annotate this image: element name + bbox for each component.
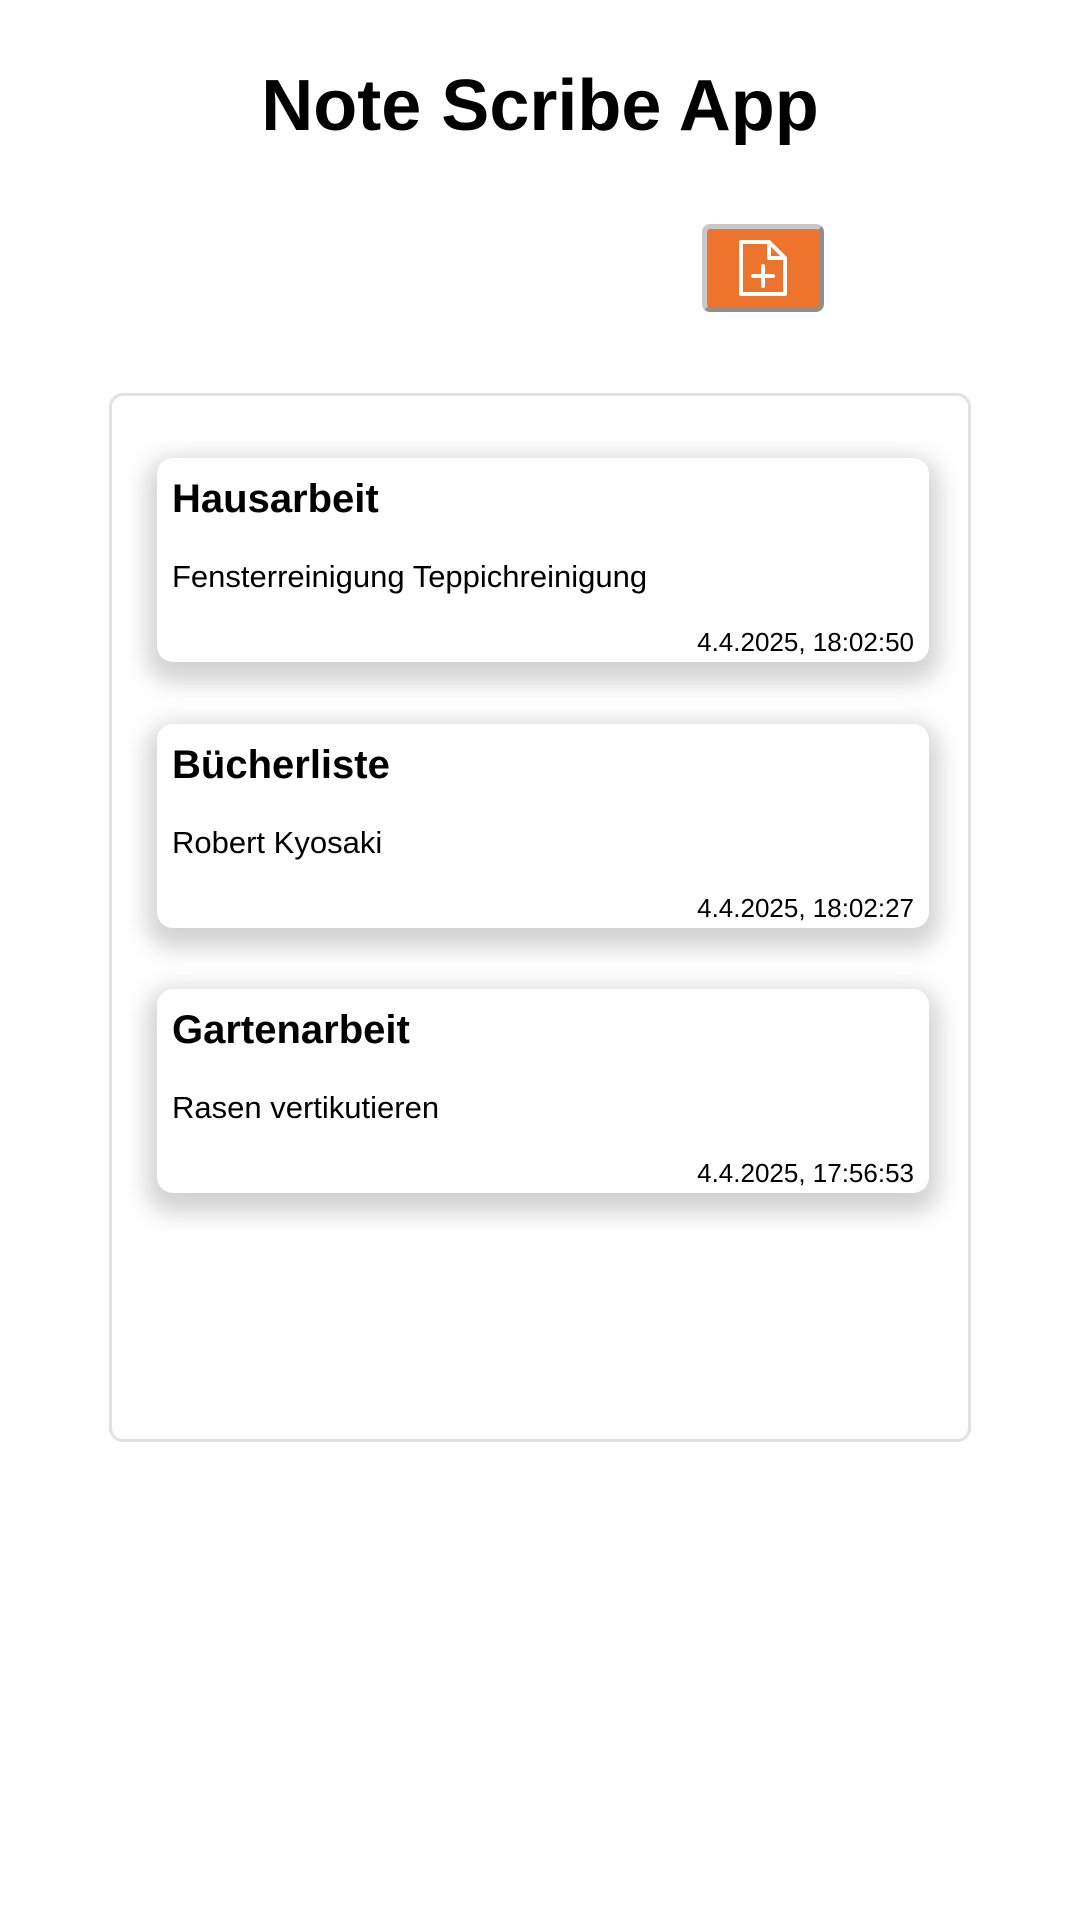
note-timestamp: 4.4.2025, 18:02:27 (697, 893, 914, 923)
note-body: Rasen vertikutieren (172, 1090, 440, 1125)
file-plus-icon (737, 238, 789, 298)
note-card[interactable]: Bücherliste Robert Kyosaki 4.4.2025, 18:… (157, 724, 929, 928)
note-title: Bücherliste (172, 743, 390, 787)
note-body: Robert Kyosaki (172, 825, 383, 860)
note-timestamp: 4.4.2025, 17:56:53 (697, 1158, 914, 1188)
note-title: Hausarbeit (172, 477, 379, 521)
notes-list: Hausarbeit Fensterreinigung Teppichreini… (109, 393, 971, 1442)
note-card[interactable]: Gartenarbeit Rasen vertikutieren 4.4.202… (157, 989, 929, 1193)
note-timestamp: 4.4.2025, 18:02:50 (697, 627, 914, 657)
note-title: Gartenarbeit (172, 1008, 410, 1052)
app-title: Note Scribe App (261, 66, 819, 146)
add-note-button[interactable] (702, 224, 824, 312)
note-body: Fensterreinigung Teppichreinigung (172, 559, 648, 594)
note-card[interactable]: Hausarbeit Fensterreinigung Teppichreini… (157, 458, 929, 662)
